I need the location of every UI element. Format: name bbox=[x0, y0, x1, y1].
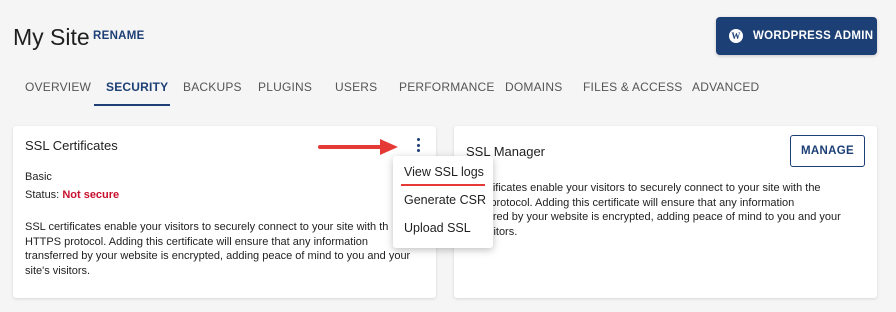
ssl-manager-card: SSL Manager MANAGE ertificates enable yo… bbox=[454, 126, 877, 298]
tab-domains[interactable]: DOMAINS bbox=[505, 80, 562, 94]
tab-performance[interactable]: PERFORMANCE bbox=[399, 80, 495, 94]
description-line: HTTPS protocol. Adding this certificate … bbox=[25, 235, 368, 248]
page-header: My Site RENAME W WORDPRESS ADMIN bbox=[0, 0, 896, 70]
description-line: S protocol. Adding this certificate will… bbox=[480, 196, 795, 209]
description-line: site's visitors. bbox=[25, 264, 91, 277]
description-line: ertificates enable your visitors to secu… bbox=[480, 182, 821, 194]
rename-link[interactable]: RENAME bbox=[93, 30, 145, 42]
wordpress-admin-button[interactable]: W WORDPRESS ADMIN bbox=[716, 17, 877, 55]
status-label: Status: bbox=[25, 189, 60, 201]
active-tab-indicator bbox=[94, 104, 170, 106]
ssl-manager-description: ertificates enable your visitors to secu… bbox=[480, 181, 870, 239]
ssl-actions-menu: View SSL logs Generate CSR Upload SSL bbox=[393, 156, 493, 248]
status-badge: Not secure bbox=[62, 189, 120, 201]
tab-bar: OVERVIEW SECURITY BACKUPS PLUGINS USERS … bbox=[0, 70, 896, 106]
description-line: ferred by your website is encrypted, add… bbox=[480, 211, 841, 223]
menu-item-generate-csr[interactable]: Generate CSR bbox=[393, 186, 493, 214]
tab-plugins[interactable]: PLUGINS bbox=[258, 80, 312, 94]
wordpress-admin-label: WORDPRESS ADMIN bbox=[753, 30, 874, 42]
kebab-menu-icon[interactable] bbox=[413, 138, 423, 152]
ssl-plan: Basic bbox=[25, 171, 52, 183]
description-line: visitors. bbox=[480, 225, 518, 238]
tab-files-access[interactable]: FILES & ACCESS bbox=[583, 80, 683, 94]
tab-users[interactable]: USERS bbox=[335, 80, 377, 94]
ssl-certificates-title: SSL Certificates bbox=[25, 138, 118, 153]
tab-advanced[interactable]: ADVANCED bbox=[692, 80, 759, 94]
menu-item-view-ssl-logs[interactable]: View SSL logs bbox=[401, 160, 485, 186]
wordpress-icon: W bbox=[729, 29, 743, 43]
tab-security[interactable]: SECURITY bbox=[106, 80, 168, 94]
ssl-certificates-description: SSL certificates enable your visitors to… bbox=[25, 220, 425, 278]
description-line: SSL certificates enable your visitors to… bbox=[25, 221, 389, 233]
ssl-status: Status: Not secure bbox=[25, 188, 119, 203]
tab-backups[interactable]: BACKUPS bbox=[183, 80, 242, 94]
site-title: My Site bbox=[13, 24, 90, 50]
tab-overview[interactable]: OVERVIEW bbox=[25, 80, 91, 94]
red-arrow-icon bbox=[318, 139, 398, 155]
description-line: transferred by your website is encrypted… bbox=[25, 250, 411, 262]
menu-item-upload-ssl[interactable]: Upload SSL bbox=[393, 214, 493, 242]
manage-button[interactable]: MANAGE bbox=[790, 135, 865, 167]
